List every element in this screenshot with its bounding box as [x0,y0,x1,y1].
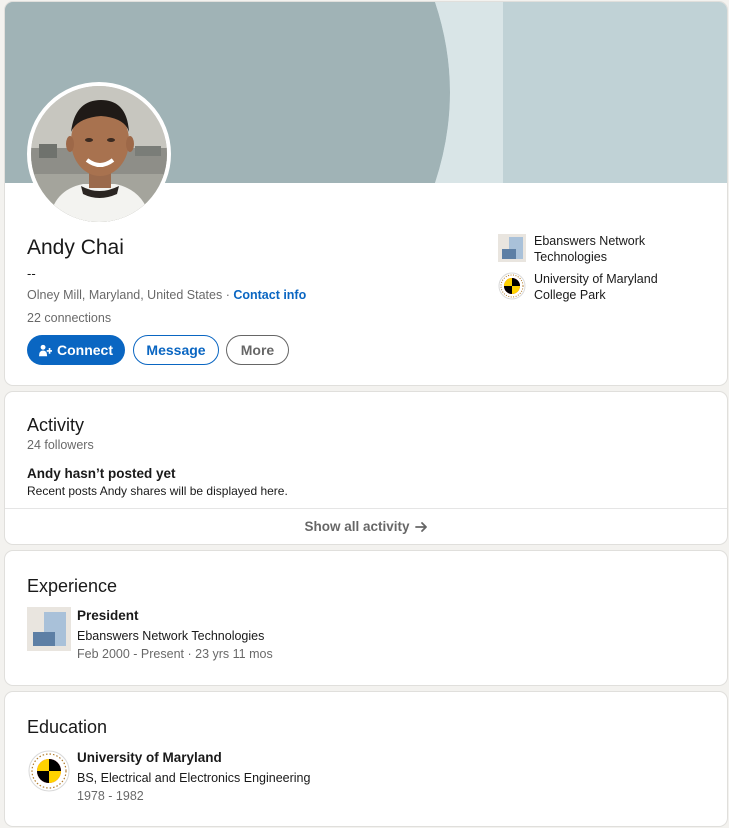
experience-role: President [77,608,139,623]
message-button[interactable]: Message [133,335,219,365]
arrow-right-icon [414,521,427,532]
location-row: Olney Mill, Maryland, United States · Co… [27,288,306,302]
education-years: 1978 - 1982 [77,789,144,803]
company-logo-icon [498,234,526,262]
education-degree: BS, Electrical and Electronics Engineeri… [77,771,311,785]
activity-card: Activity 24 followers Andy hasn’t posted… [5,392,727,544]
profile-location: Olney Mill, Maryland, United States [27,288,223,302]
experience-company: Ebanswers Network Technologies [77,629,265,643]
education-title: Education [27,717,108,737]
education-school-name: University of Maryland College Park [534,272,658,302]
show-all-activity-button[interactable]: Show all activity [5,508,727,544]
profile-headline: -- [27,266,36,281]
more-button[interactable]: More [226,335,289,365]
education-entry[interactable]: University of Maryland BS, Electrical an… [27,749,310,805]
location-separator: · [222,288,234,302]
connect-label: Connect [57,342,113,358]
current-company[interactable]: Ebanswers Network Technologies [498,234,684,265]
no-posts-description: Recent posts Andy shares will be display… [27,484,288,498]
experience-title: Experience [27,576,118,596]
profile-card: Andy Chai -- Olney Mill, Maryland, Unite… [5,2,727,385]
profile-photo[interactable] [27,82,171,226]
profile-name: Andy Chai [27,236,124,259]
experience-entry[interactable]: President Ebanswers Network Technologies… [27,607,273,663]
connections-count[interactable]: 22 connections [27,311,111,325]
university-seal-icon [28,750,70,792]
education-school: University of Maryland [77,750,222,765]
university-seal-icon [498,272,526,300]
no-posts-title: Andy hasn’t posted yet [27,466,176,481]
followers-count: 24 followers [27,438,94,452]
activity-title: Activity [27,415,85,435]
education-school[interactable]: University of Maryland College Park [498,272,684,303]
company-logo-icon [27,607,71,651]
experience-dates: Feb 2000 - Present · 23 yrs 11 mos [77,647,273,661]
contact-info-link[interactable]: Contact info [233,288,306,302]
add-person-icon [39,344,52,356]
experience-card: Experience President Ebanswers Network T… [5,551,727,685]
connect-button[interactable]: Connect [27,335,125,365]
education-card: Education University of Maryland BS, Ele… [5,692,727,826]
current-company-name: Ebanswers Network Technologies [534,234,646,264]
show-all-activity-label: Show all activity [304,519,410,534]
